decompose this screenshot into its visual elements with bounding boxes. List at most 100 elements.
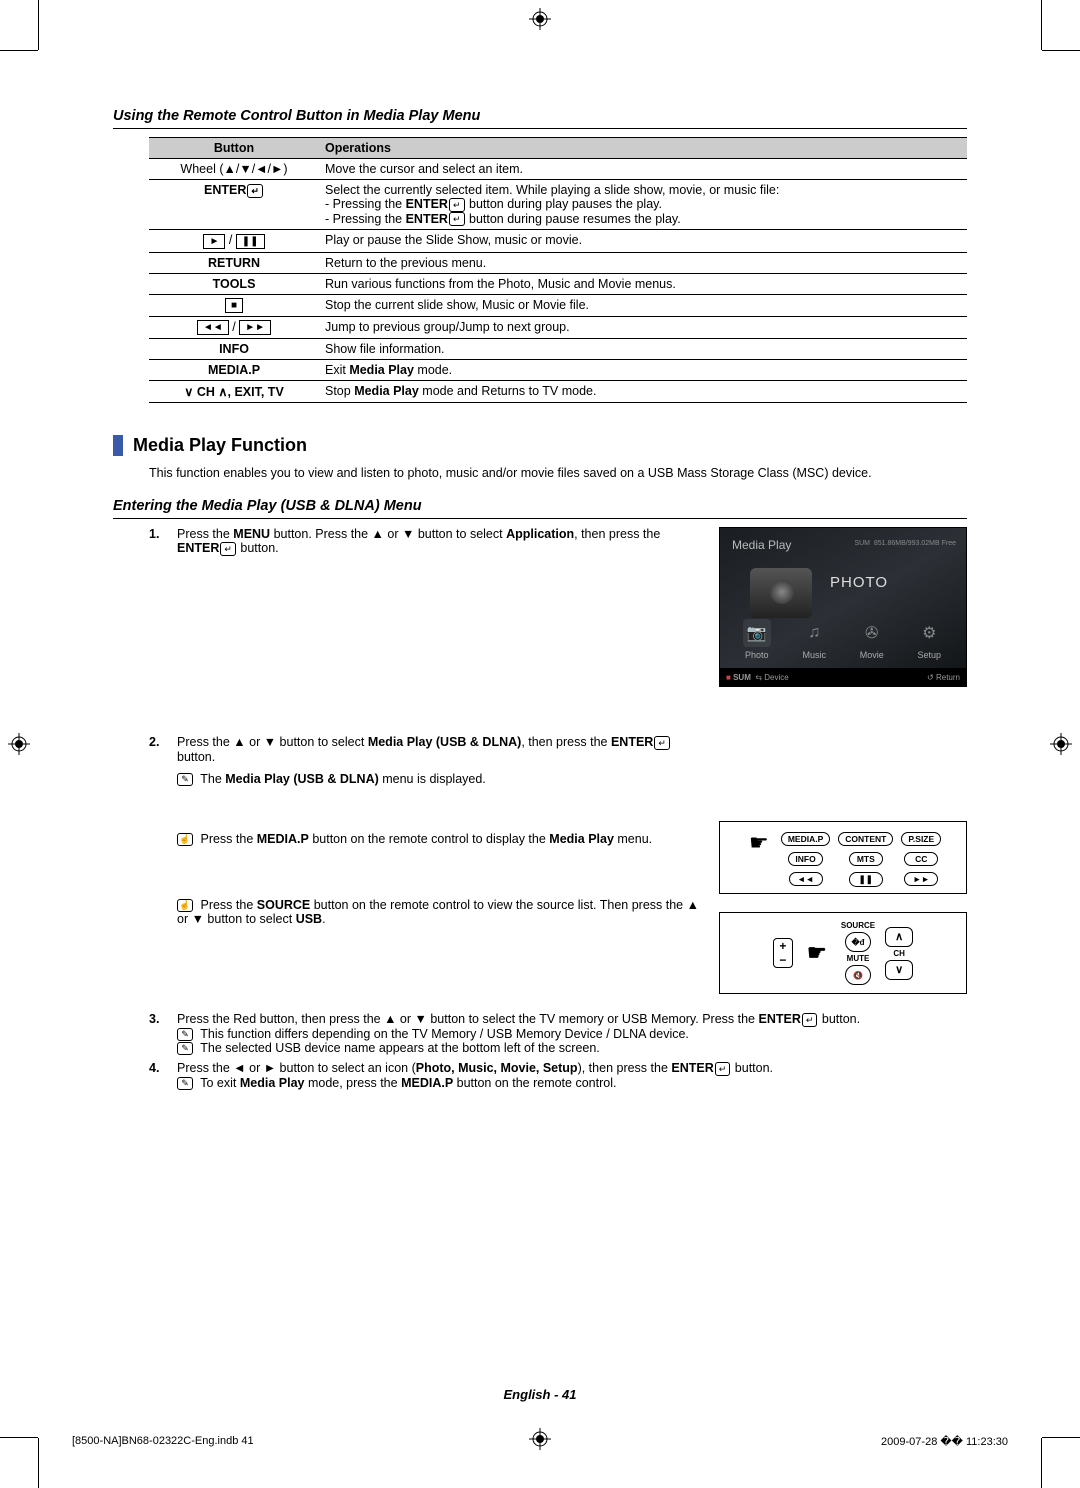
t: Application [506,527,574,541]
t: 851.86MB/993.02MB Free [874,540,956,547]
t: button. [237,541,279,555]
print-footer: [8500-NA]BN68-02322C-Eng.indb 41 2009-07… [72,1435,1008,1448]
mediap-button: MEDIA.P [781,832,830,846]
tv-icon-music: ♫Music [800,619,828,660]
step-num: 3. [149,1012,177,1026]
t: Press the [177,527,233,541]
enter-icon: ↵ [715,1062,731,1076]
crop-mark [1042,50,1080,51]
t: Press the Red button, then press the ▲ o… [177,1012,758,1026]
source-label: SOURCE [841,921,875,930]
tv-title: Media Play [732,538,791,552]
ch-up-button: ∧ [885,927,913,947]
t: button on the remote control to display … [309,832,549,846]
enter-icon: ↵ [802,1013,818,1027]
t: Media Play (USB & DLNA) [225,772,379,786]
section2-desc: This function enables you to view and li… [149,466,967,480]
tv-icon-row: 📷Photo ♫Music ✇Movie ⚙Setup [720,619,966,660]
tv-screen: Media Play SUM 851.86MB/993.02MB Free PH… [719,527,967,687]
op-cell: Show file information. [319,339,967,360]
t: The [200,772,225,786]
tv-photo-label: PHOTO [830,574,888,591]
btn-cell: ∨ CH ∧, EXIT, TV [149,381,319,403]
remote-thumbnails: ☛ MEDIA.P INFO ◄◄ CONTENT MTS ❚❚ P.SI [719,735,967,994]
t: button on the remote control. [453,1076,616,1090]
mute-label: MUTE [847,954,870,963]
crop-mark [1041,1438,1042,1488]
note-icon: ✎ [177,1042,193,1055]
psize-button: P.SIZE [901,832,941,846]
print-footer-left: [8500-NA]BN68-02322C-Eng.indb 41 [72,1435,254,1448]
t: MEDIA.P [401,1076,453,1090]
t: menu. [614,832,652,846]
enter-icon: ↵ [247,184,263,198]
ch-down-button: ∨ [885,960,913,980]
remote-diagram-2: +− ☛ SOURCE �đ MUTE 🔇 ∧ CH ∨ [719,912,967,994]
gear-icon: ⚙ [915,619,943,647]
op-cell: Stop the current slide show, Music or Mo… [319,294,967,316]
content-area: Using the Remote Control Button in Media… [113,108,967,1348]
music-icon: ♫ [800,619,828,647]
pause-button: ❚❚ [849,872,883,887]
ff-icon: ►► [239,320,271,335]
t: MENU [233,527,270,541]
blue-bar-icon [113,435,123,456]
note-icon: ✎ [177,1077,193,1090]
crop-mark [0,1437,38,1438]
step-text: Press the ▲ or ▼ button to select Media … [177,735,719,926]
t: To exit [200,1076,240,1090]
camera-icon [750,568,812,618]
instructions: 1. Press the MENU button. Press the ▲ or… [149,527,967,1090]
content-button: CONTENT [838,832,893,846]
t: SOURCE [257,898,310,912]
col-operations: Operations [319,138,967,159]
t: button. [818,1012,860,1026]
t: Device [764,673,788,682]
t: The selected USB device name appears at … [200,1041,600,1055]
crop-mark [1041,0,1042,50]
btn-cell: RETURN [149,252,319,273]
tv-thumbnail: Media Play SUM 851.86MB/993.02MB Free PH… [719,527,967,687]
section2-header: Media Play Function [113,435,967,456]
section2-title: Media Play Function [133,435,307,456]
op-cell: Run various functions from the Photo, Mu… [319,273,967,294]
btn-cell: ENTER↵ [149,180,319,230]
t: Press the [200,832,256,846]
section1-title: Using the Remote Control Button in Media… [113,108,967,129]
pause-icon: ❚❚ [236,234,265,249]
tv-bottom-bar: ■ SUM ⇆ Device ↺ Return [720,668,966,686]
t: Media Play [240,1076,305,1090]
t: ENTER [758,1012,800,1026]
t: SUM [854,540,870,547]
t: Photo [745,650,769,660]
tv-sum-top: SUM 851.86MB/993.02MB Free [854,540,956,548]
note-icon: ✎ [177,773,193,786]
play-icon: ► [203,234,225,249]
op-cell: Jump to previous group/Jump to next grou… [319,316,967,338]
enter-icon: ↵ [220,542,236,556]
tv-bottom-left: ■ SUM ⇆ Device [726,673,789,682]
volume-rocker: +− [773,938,793,968]
pointer-hand-icon: ☛ [803,942,831,964]
movie-icon: ✇ [858,619,886,647]
step-num: 4. [149,1061,177,1075]
t: menu is displayed. [379,772,486,786]
op-cell: Return to the previous menu. [319,252,967,273]
ch-label: CH [893,949,905,958]
enter-icon: ↵ [654,736,670,750]
t: Movie [860,650,884,660]
ff-button: ►► [904,872,938,886]
step-text: Press the MENU button. Press the ▲ or ▼ … [177,527,719,556]
t: MEDIA.P [257,832,309,846]
t: This function differs depending on the T… [200,1027,689,1041]
tv-icon-photo: 📷Photo [743,619,771,660]
rew-button: ◄◄ [789,872,823,886]
enter-icon: ↵ [449,212,465,226]
t: ), then press the [578,1061,672,1075]
op-cell: Select the currently selected item. Whil… [319,180,967,230]
t: Media Play (USB & DLNA) [368,735,522,749]
t: mode, press the [304,1076,401,1090]
t: Press the ▲ or ▼ button to select [177,735,368,749]
col-button: Button [149,138,319,159]
crop-mark [0,50,38,51]
